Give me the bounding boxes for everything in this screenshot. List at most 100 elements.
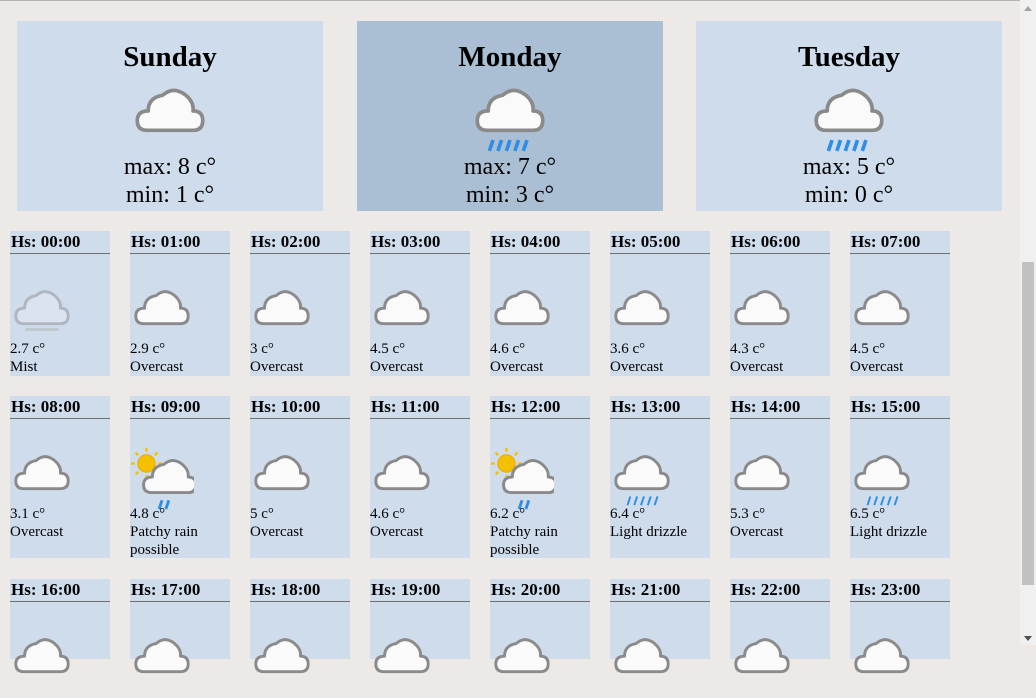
hour-time: Hs: 21:00 xyxy=(610,579,710,602)
hour-icon xyxy=(250,446,314,496)
hour-card[interactable]: Hs: 20:00 xyxy=(490,579,590,674)
hour-card[interactable]: Hs: 07:00 4.5 c° Overcast xyxy=(850,231,950,376)
cloud-icon xyxy=(254,638,310,674)
hour-icon xyxy=(850,281,914,331)
scrollbar-thumb[interactable] xyxy=(1022,262,1034,585)
hour-card[interactable]: Hs: 21:00 xyxy=(610,579,710,674)
day-max-temp: max: 5 c° xyxy=(802,154,896,180)
cloud-rain-icon xyxy=(475,88,545,152)
cloud-icon xyxy=(854,290,910,326)
cloud-icon xyxy=(854,638,910,674)
hour-temperature: 4.6 c° xyxy=(370,506,406,522)
hour-icon xyxy=(850,629,914,679)
hour-condition: Light drizzle xyxy=(850,524,928,540)
hour-time: Hs: 17:00 xyxy=(130,579,230,602)
day-name: Monday xyxy=(458,41,562,73)
hour-temperature: 4.5 c° xyxy=(850,341,886,357)
hour-time: Hs: 13:00 xyxy=(610,396,710,419)
hour-time: Hs: 10:00 xyxy=(250,396,350,419)
hour-condition: Overcast xyxy=(250,524,304,540)
hour-condition: Overcast xyxy=(610,359,664,375)
day-card-monday[interactable]: Monday max: 7 c° min: 3 c° xyxy=(357,21,663,211)
hour-icon xyxy=(610,281,674,331)
hour-time: Hs: 05:00 xyxy=(610,231,710,254)
cloud-icon xyxy=(254,455,310,491)
hour-card[interactable]: Hs: 11:00 4.6 c° Overcast xyxy=(370,396,470,558)
hour-time: Hs: 16:00 xyxy=(10,579,110,602)
hour-time: Hs: 15:00 xyxy=(850,396,950,419)
hour-card[interactable]: Hs: 06:00 4.3 c° Overcast xyxy=(730,231,830,376)
hour-card[interactable]: Hs: 05:00 3.6 c° Overcast xyxy=(610,231,710,376)
hour-time: Hs: 09:00 xyxy=(130,396,230,419)
hour-time: Hs: 04:00 xyxy=(490,231,590,254)
hour-card[interactable]: Hs: 04:00 4.6 c° Overcast xyxy=(490,231,590,376)
day-max-temp: max: 7 c° xyxy=(463,154,557,180)
hour-card[interactable]: Hs: 19:00 xyxy=(370,579,470,674)
hour-card[interactable]: Hs: 00:00 2.7 c° Mist xyxy=(10,231,110,376)
sun-cloud-rain-icon xyxy=(490,447,558,510)
hour-card[interactable]: Hs: 22:00 xyxy=(730,579,830,674)
scroll-down-arrow-icon[interactable] xyxy=(1024,636,1032,641)
hour-card[interactable]: Hs: 12:00 6.2 c° Patchy rain possible xyxy=(490,396,590,558)
cloud-icon xyxy=(14,455,70,491)
hour-icon xyxy=(130,281,194,331)
hour-card[interactable]: Hs: 02:00 3 c° Overcast xyxy=(250,231,350,376)
sun-cloud-rain-icon xyxy=(130,447,198,510)
hour-icon xyxy=(730,629,794,679)
hour-card[interactable]: Hs: 14:00 5.3 c° Overcast xyxy=(730,396,830,558)
day-card-tuesday[interactable]: Tuesday max: 5 c° min: 0 c° xyxy=(696,21,1002,211)
hour-time: Hs: 07:00 xyxy=(850,231,950,254)
day-icon xyxy=(470,77,550,157)
hour-icon xyxy=(370,281,434,331)
cloud-icon xyxy=(614,290,670,326)
hour-condition: Mist xyxy=(10,359,38,375)
hour-card[interactable]: Hs: 03:00 4.5 c° Overcast xyxy=(370,231,470,376)
hour-temperature: 4.5 c° xyxy=(370,341,406,357)
cloud-icon xyxy=(494,638,550,674)
hour-card[interactable]: Hs: 15:00 6.5 c° Light drizzle xyxy=(850,396,950,558)
cloud-icon xyxy=(734,290,790,326)
hour-temperature: 6.4 c° xyxy=(610,506,646,522)
hour-card[interactable]: Hs: 10:00 5 c° Overcast xyxy=(250,396,350,558)
hour-temperature: 5 c° xyxy=(250,506,274,522)
hour-time: Hs: 14:00 xyxy=(730,396,830,419)
cloud-icon xyxy=(14,638,70,674)
hour-condition: Overcast xyxy=(370,524,424,540)
hour-temperature: 4.3 c° xyxy=(730,341,766,357)
hour-card[interactable]: Hs: 23:00 xyxy=(850,579,950,674)
drizzle-icon xyxy=(854,455,910,506)
hour-time: Hs: 11:00 xyxy=(370,396,470,419)
hour-icon xyxy=(850,446,914,506)
cloud-icon xyxy=(494,290,550,326)
scroll-up-arrow-icon[interactable] xyxy=(1024,6,1032,11)
hour-time: Hs: 06:00 xyxy=(730,231,830,254)
hour-card[interactable]: Hs: 16:00 xyxy=(10,579,110,674)
hour-icon xyxy=(10,281,74,331)
hour-icon xyxy=(610,446,674,506)
hour-time: Hs: 08:00 xyxy=(10,396,110,419)
hour-condition: Overcast xyxy=(130,359,184,375)
hour-temperature: 4.8 c° xyxy=(130,506,166,522)
hour-card[interactable]: Hs: 18:00 xyxy=(250,579,350,674)
hour-condition: Overcast xyxy=(730,524,784,540)
hour-time: Hs: 12:00 xyxy=(490,396,590,419)
hour-time: Hs: 23:00 xyxy=(850,579,950,602)
hour-condition: Patchy rain possible xyxy=(490,524,558,558)
hour-icon xyxy=(370,629,434,679)
hour-card[interactable]: Hs: 09:00 4.8 c° Patchy rain possible xyxy=(130,396,230,558)
hour-icon xyxy=(730,446,794,496)
hour-temperature: 3.6 c° xyxy=(610,341,646,357)
hour-card[interactable]: Hs: 08:00 3.1 c° Overcast xyxy=(10,396,110,558)
hour-icon xyxy=(490,629,554,679)
hour-icon xyxy=(490,446,558,510)
hour-condition: Overcast xyxy=(250,359,304,375)
hour-icon xyxy=(130,446,198,510)
hour-card[interactable]: Hs: 17:00 xyxy=(130,579,230,674)
cloud-icon xyxy=(734,455,790,491)
hour-card[interactable]: Hs: 13:00 6.4 c° Light drizzle xyxy=(610,396,710,558)
vertical-scrollbar[interactable] xyxy=(1020,0,1036,645)
day-card-sunday[interactable]: Sunday max: 8 c° min: 1 c° xyxy=(17,21,323,211)
hour-temperature: 3.1 c° xyxy=(10,506,46,522)
hour-icon xyxy=(730,281,794,331)
hour-card[interactable]: Hs: 01:00 2.9 c° Overcast xyxy=(130,231,230,376)
